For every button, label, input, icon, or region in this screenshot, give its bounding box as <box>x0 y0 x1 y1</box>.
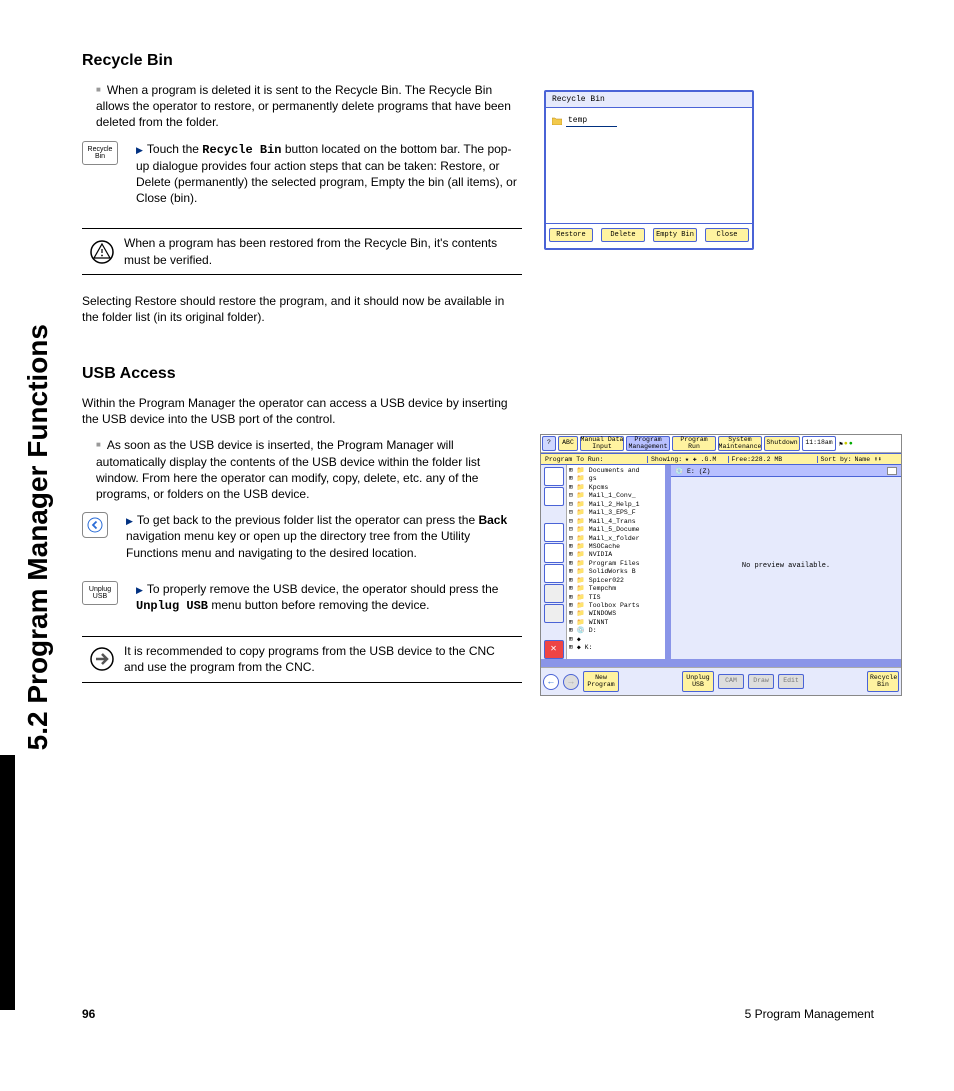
tool-icon-5[interactable] <box>544 564 564 583</box>
tree-item[interactable]: ⊞ ◆ K: <box>569 644 663 652</box>
tree-item[interactable]: ⊞ 📁 SolidWorks B <box>569 568 663 576</box>
abc-button[interactable]: ABC <box>558 436 578 451</box>
tree-item[interactable]: ⊟ 📁 Mail_4_Trans <box>569 518 663 526</box>
tool-icon-6[interactable] <box>544 584 564 603</box>
recycle-bin-dialog: Recycle Bin temp Restore Delete Empty Bi… <box>544 90 754 250</box>
program-run-tab[interactable]: Program Run <box>672 436 716 451</box>
status-bar: Program To Run: Showing: ★ ✚ .G.M Free:2… <box>541 453 901 465</box>
dialog-title: Recycle Bin <box>546 92 752 108</box>
shutdown-button[interactable]: Shutdown <box>764 436 800 451</box>
restore-button[interactable]: Restore <box>549 228 593 242</box>
back-key <box>82 512 108 538</box>
side-heading: 5.2 Program Manager Functions <box>18 50 58 750</box>
flag-icon: ⚑ <box>839 440 843 448</box>
program-manager-screen: ? ABC Manual Data Input Program Manageme… <box>540 434 902 696</box>
bottom-toolbar: ← → New Program Unplug USB CAM Draw Edit… <box>541 667 901 695</box>
clock: 11:18am <box>802 436 836 451</box>
tree-item[interactable]: ⊞ 📁 WINDOWS <box>569 610 663 618</box>
back-arrow-icon <box>87 517 103 533</box>
arrow-right-icon <box>90 647 114 671</box>
tree-item[interactable]: ⊞ 📁 Program Files <box>569 560 663 568</box>
folder-icon <box>552 114 562 128</box>
tree-item[interactable]: ⊞ 📁 TIS <box>569 594 663 602</box>
empty-bin-button[interactable]: Empty Bin <box>653 228 697 242</box>
warning-note: When a program has been restored from th… <box>82 228 522 274</box>
tree-item[interactable]: ⊞ 📁 Kpcms <box>569 484 663 492</box>
file-entry[interactable]: temp <box>552 114 746 128</box>
tree-item[interactable]: ⊞ 📁 Tempchm <box>569 585 663 593</box>
page-number: 96 <box>82 1007 95 1021</box>
recycle-bin-heading: Recycle Bin <box>82 52 522 70</box>
tree-item[interactable]: ⊞ 📁 Spicer022 <box>569 577 663 585</box>
dot-green-icon: ● <box>849 440 853 447</box>
preview-head: 💿 E: (Z) <box>671 465 901 477</box>
unplug-usb-key: Unplug USB <box>82 581 118 605</box>
page-footer: 96 5 Program Management <box>82 1007 874 1021</box>
tree-item[interactable]: ⊞ 📁 MSOCache <box>569 543 663 551</box>
status-icons: ⚑ ● ● <box>837 435 855 452</box>
preview-pane: 💿 E: (Z) No preview available. <box>671 465 901 659</box>
dot-yellow-icon: ● <box>844 440 848 447</box>
folder-tree[interactable]: ⊞ 📁 Documents and⊞ 📁 gs⊞ 📁 Kpcms⊟ 📁 Mail… <box>567 465 671 659</box>
forward-nav-button[interactable]: → <box>563 674 579 690</box>
scrollbar-h[interactable] <box>541 659 901 667</box>
usb-p1: Within the Program Manager the operator … <box>82 395 522 427</box>
triangle-bullet-icon: ▶ <box>136 585 143 595</box>
refresh-icon[interactable] <box>887 467 897 475</box>
tree-item[interactable]: ⊟ 📁 Mail_x_folder <box>569 535 663 543</box>
unplug-usb-button[interactable]: Unplug USB <box>682 671 714 692</box>
tree-item[interactable]: ⊞ 📁 NVIDIA <box>569 551 663 559</box>
triangle-bullet-icon: ▶ <box>136 145 143 155</box>
new-program-button[interactable]: New Program <box>583 671 619 692</box>
tool-icon-3[interactable] <box>544 523 564 542</box>
recycle-bin-step1: ▶Touch the Recycle Bin button located on… <box>136 141 522 207</box>
program-management-tab[interactable]: Program Management <box>626 436 670 451</box>
tool-icon-1[interactable] <box>544 467 564 486</box>
usb-step1: ▶To get back to the previous folder list… <box>126 512 522 561</box>
mdi-tab[interactable]: Manual Data Input <box>580 436 624 451</box>
tool-icon-2[interactable] <box>544 487 564 506</box>
recycle-bin-button[interactable]: Recycle Bin <box>867 671 899 692</box>
recycle-bin-key: Recycle Bin <box>82 141 118 165</box>
tree-item[interactable]: ⊞ 📁 gs <box>569 475 663 483</box>
tool-icon-7[interactable] <box>544 604 564 623</box>
info-note: It is recommended to copy programs from … <box>82 636 522 682</box>
tree-item[interactable]: ⊞ 💿 D: <box>569 627 663 635</box>
edit-button[interactable]: Edit <box>778 674 804 689</box>
top-menubar: ? ABC Manual Data Input Program Manageme… <box>541 435 901 453</box>
sidebar-toolbar: ✕ <box>541 465 567 659</box>
filter-icons: ★ ✚ .G.M <box>685 455 728 463</box>
tree-item[interactable]: ⊞ ◆ <box>569 636 663 644</box>
chapter-title: 5 Program Management <box>745 1007 874 1021</box>
tree-item[interactable]: ⊟ 📁 Mail_3_EPS_F <box>569 509 663 517</box>
warning-icon <box>90 240 114 264</box>
cam-button[interactable]: CAM <box>718 674 744 689</box>
usb-access-heading: USB Access <box>82 365 522 383</box>
tree-item[interactable]: ⊟ 📁 Mail_2_Help_1 <box>569 501 663 509</box>
help-button[interactable]: ? <box>542 436 556 451</box>
tree-item[interactable]: ⊞ 📁 Toolbox Parts <box>569 602 663 610</box>
tree-item[interactable]: ⊟ 📁 Mail_5_Docume <box>569 526 663 534</box>
draw-button[interactable]: Draw <box>748 674 774 689</box>
system-maintenance-tab[interactable]: System Maintenance <box>718 436 762 451</box>
tree-item[interactable]: ⊟ 📁 Mail_1_Conv_ <box>569 492 663 500</box>
triangle-bullet-icon: ▶ <box>126 516 133 526</box>
tool-icon-4[interactable] <box>544 543 564 562</box>
usb-step2: ▶To properly remove the USB device, the … <box>136 581 522 614</box>
close-button[interactable]: Close <box>705 228 749 242</box>
usb-p2: As soon as the USB device is inserted, t… <box>96 437 522 502</box>
delete-button[interactable]: Delete <box>601 228 645 242</box>
recycle-bin-p2: Selecting Restore should restore the pro… <box>82 293 522 325</box>
back-nav-button[interactable]: ← <box>543 674 559 690</box>
tree-item[interactable]: ⊞ 📁 Documents and <box>569 467 663 475</box>
page-tab <box>0 755 15 1010</box>
recycle-bin-intro: When a program is deleted it is sent to … <box>96 82 522 131</box>
delete-x-icon[interactable]: ✕ <box>544 640 564 659</box>
